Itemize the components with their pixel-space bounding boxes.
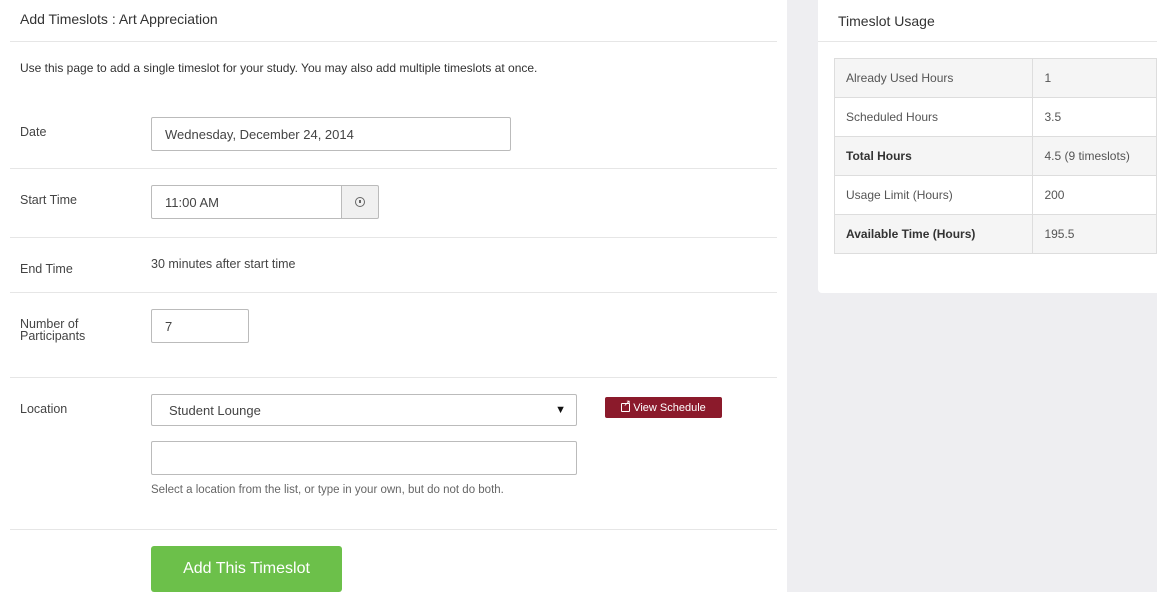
- usage-value: 200: [1032, 175, 1157, 215]
- view-schedule-label: View Schedule: [633, 401, 706, 414]
- divider: [10, 292, 777, 293]
- location-select[interactable]: Student Lounge ▼: [151, 394, 577, 426]
- location-selected-value: Student Lounge: [169, 403, 261, 418]
- date-field[interactable]: Wednesday, December 24, 2014: [151, 117, 511, 151]
- clock-icon: [355, 197, 365, 207]
- caret-down-icon: ▼: [555, 404, 566, 416]
- date-label: Date: [20, 125, 47, 139]
- participants-label-line2: Participants: [20, 329, 86, 343]
- start-time-picker-button[interactable]: [341, 185, 379, 219]
- location-label: Location: [20, 402, 68, 416]
- participants-field[interactable]: 7: [151, 309, 249, 343]
- usage-table: Already Used Hours 1 Scheduled Hours 3.5…: [833, 58, 1157, 254]
- view-schedule-button[interactable]: View Schedule: [605, 397, 722, 418]
- usage-value: 195.5: [1032, 214, 1157, 254]
- usage-title: Timeslot Usage: [838, 13, 935, 29]
- add-timeslot-button[interactable]: Add This Timeslot: [151, 546, 342, 592]
- table-row: Already Used Hours 1: [833, 58, 1157, 98]
- participants-label: Number of Participants: [20, 318, 86, 343]
- usage-value: 4.5 (9 timeslots): [1032, 136, 1157, 176]
- table-row: Total Hours 4.5 (9 timeslots): [833, 136, 1157, 176]
- divider: [10, 529, 777, 530]
- divider: [10, 41, 777, 42]
- usage-value: 1: [1032, 58, 1157, 98]
- usage-label: Total Hours: [833, 136, 1034, 176]
- usage-label: Usage Limit (Hours): [833, 175, 1034, 215]
- table-row: Scheduled Hours 3.5: [833, 97, 1157, 137]
- start-time-label: Start Time: [20, 193, 77, 207]
- intro-text: Use this page to add a single timeslot f…: [20, 61, 538, 75]
- table-row: Available Time (Hours) 195.5: [833, 214, 1157, 254]
- end-time-value: 30 minutes after start time: [151, 257, 296, 271]
- divider: [818, 41, 1157, 42]
- location-help-text: Select a location from the list, or type…: [151, 484, 504, 496]
- usage-label: Available Time (Hours): [833, 214, 1034, 254]
- main-panel: Add Timeslots : Art Appreciation: [0, 0, 787, 592]
- start-time-field[interactable]: 11:00 AM: [151, 185, 342, 219]
- divider: [10, 168, 777, 169]
- usage-value: 3.5: [1032, 97, 1157, 137]
- divider: [10, 377, 777, 378]
- end-time-label: End Time: [20, 262, 73, 276]
- table-row: Usage Limit (Hours) 200: [833, 175, 1157, 215]
- custom-location-field[interactable]: [151, 441, 577, 475]
- external-link-icon: [621, 398, 631, 412]
- usage-label: Already Used Hours: [833, 58, 1034, 98]
- page-title: Add Timeslots : Art Appreciation: [20, 11, 218, 27]
- divider: [10, 237, 777, 238]
- usage-label: Scheduled Hours: [833, 97, 1034, 137]
